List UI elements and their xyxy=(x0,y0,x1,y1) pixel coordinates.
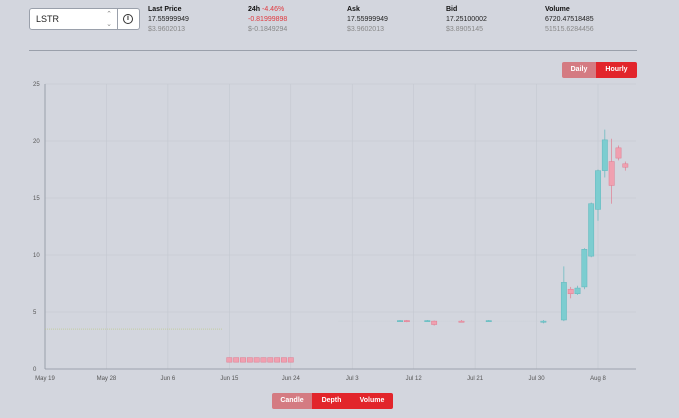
candle-body xyxy=(560,282,567,321)
candle-body xyxy=(608,161,615,186)
candle-body xyxy=(240,357,246,363)
candlestick-chart: 0 5 10 15 20 25 May 19 May 28 Jun 6 Jun 15 Jun 24… xyxy=(33,82,636,382)
y-tick-label: 0 xyxy=(33,367,37,373)
candle-body xyxy=(567,288,574,295)
x-tick-label: Aug 8 xyxy=(590,376,606,382)
candle-body xyxy=(574,287,581,295)
candle-series xyxy=(226,129,629,363)
candle-body xyxy=(246,357,253,363)
candle-body xyxy=(281,357,287,363)
candle-body xyxy=(622,163,629,168)
candle-body xyxy=(581,249,588,288)
candle-body xyxy=(424,320,431,322)
candle-body xyxy=(595,170,601,210)
candle-body xyxy=(601,139,608,171)
x-tick-label: Jul 30 xyxy=(529,376,546,382)
x-tick-label: Jul 3 xyxy=(346,376,359,382)
x-tick-label: Jun 24 xyxy=(282,376,301,382)
x-tick-label: Jun 15 xyxy=(220,376,239,382)
candle-body xyxy=(274,357,281,363)
volume-button[interactable]: Volume xyxy=(351,393,393,409)
x-axis: May 19 May 28 Jun 6 Jun 15 Jun 24 Jul 3 Jul 12… xyxy=(35,368,636,382)
candle-body xyxy=(287,357,294,363)
y-tick-label: 20 xyxy=(33,139,40,145)
candle-body xyxy=(226,357,233,363)
x-tick-label: Jun 6 xyxy=(161,376,176,382)
depth-button[interactable]: Depth xyxy=(312,393,351,409)
chart-grid xyxy=(44,83,636,370)
candle-button[interactable]: Candle xyxy=(272,393,312,409)
candle-body xyxy=(588,203,595,257)
candle-body xyxy=(458,320,465,323)
y-tick-label: 15 xyxy=(33,196,40,202)
candle-body xyxy=(431,320,438,325)
candle-body xyxy=(540,320,547,323)
candle-body xyxy=(485,320,492,322)
x-tick-label: May 19 xyxy=(35,376,55,382)
view-toggle: Candle Depth Volume xyxy=(272,393,393,409)
candle-body xyxy=(253,357,260,363)
y-tick-label: 25 xyxy=(33,82,40,88)
candle-body xyxy=(233,357,240,363)
candle-body xyxy=(615,147,622,159)
x-tick-label: Jul 12 xyxy=(406,376,423,382)
x-tick-label: Jul 21 xyxy=(467,376,484,382)
candle-body xyxy=(267,357,274,363)
candle-body xyxy=(397,320,403,322)
flat-price-line xyxy=(45,320,551,330)
candle-body xyxy=(260,357,267,363)
candle-body xyxy=(403,320,410,322)
y-tick-label: 5 xyxy=(33,310,37,316)
x-tick-label: May 28 xyxy=(97,376,117,382)
y-tick-label: 10 xyxy=(33,253,40,259)
y-axis: 0 5 10 15 20 25 xyxy=(33,82,46,373)
